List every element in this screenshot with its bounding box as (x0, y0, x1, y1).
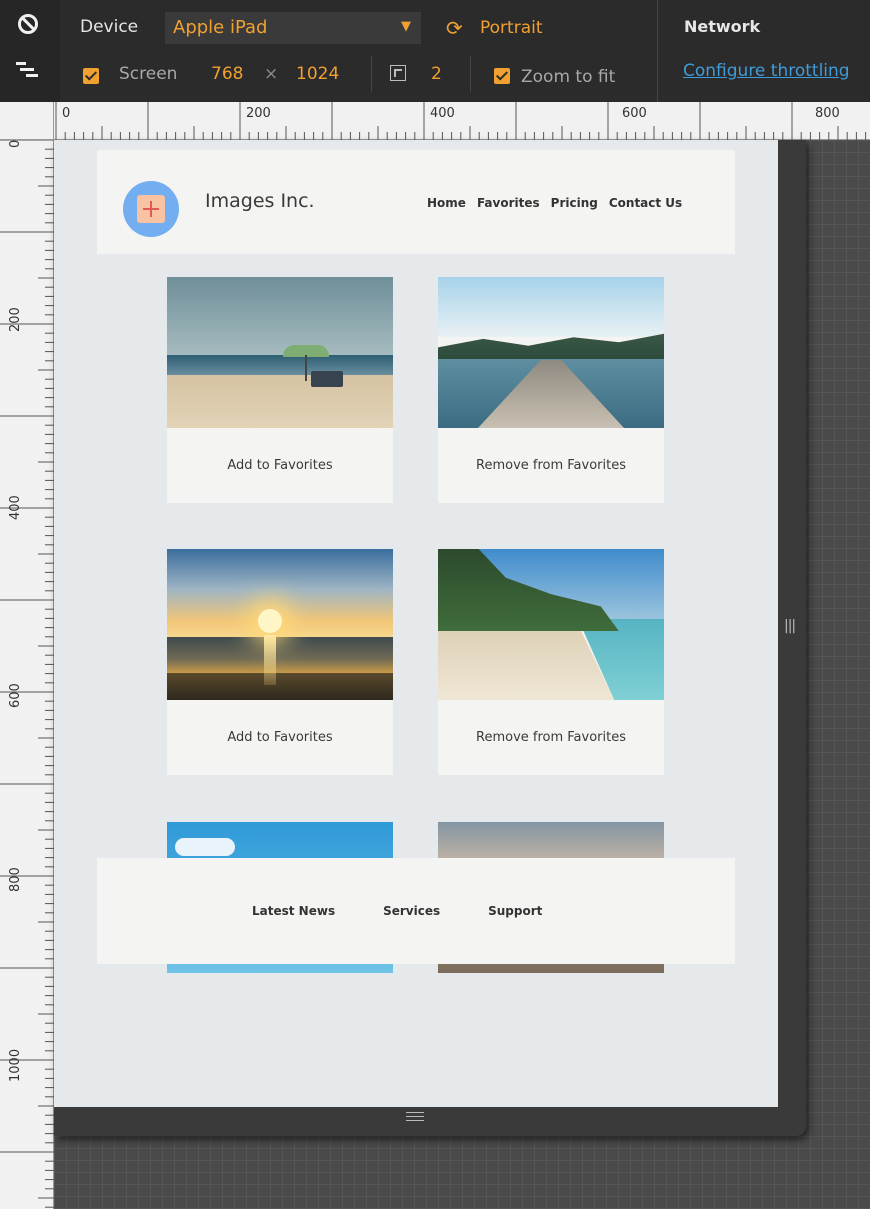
footer-support[interactable]: Support (488, 904, 542, 918)
ruler-label: 200 (8, 307, 23, 332)
ruler-corner (0, 102, 54, 140)
site-nav: Home Favorites Pricing Contact Us (427, 196, 682, 210)
resize-handle-right[interactable]: ||| (784, 618, 796, 634)
site-header: Images Inc. Home Favorites Pricing Conta… (97, 150, 735, 254)
network-label: Network (684, 17, 761, 36)
ruler-label: 0 (62, 106, 71, 121)
device-select-value: Apple iPad (173, 17, 268, 38)
ruler-label: 800 (8, 867, 23, 892)
remove-from-favorites-button[interactable]: Remove from Favorites (438, 428, 664, 503)
caret-down-icon: ▼ (401, 19, 411, 34)
image-card: Remove from Favorites (438, 549, 664, 775)
device-pixel-ratio-icon (390, 65, 406, 81)
footer-services[interactable]: Services (383, 904, 440, 918)
block-icon[interactable] (18, 14, 38, 34)
tropical-beach-photo (438, 549, 664, 700)
screen-times: × (264, 64, 279, 84)
resize-handle-bottom[interactable] (406, 1112, 424, 1124)
site-footer: Latest News Services Support (97, 858, 735, 964)
toolbar-divider (470, 56, 471, 92)
beach-umbrella-photo (167, 277, 393, 428)
footer-links: Latest News Services Support (252, 904, 542, 918)
logo-icon[interactable] (123, 181, 179, 237)
ruler-label: 800 (815, 106, 840, 121)
ruler-label: 600 (622, 106, 647, 121)
ruler-label: 400 (8, 495, 23, 520)
sunset-sea-photo (167, 549, 393, 700)
zoom-to-fit-checkbox[interactable] (494, 68, 510, 84)
nav-favorites[interactable]: Favorites (477, 196, 540, 210)
add-to-favorites-button[interactable]: Add to Favorites (167, 428, 393, 503)
toolbar-divider (657, 0, 658, 102)
toolbar-icon-column (0, 0, 60, 102)
ruler-label: 600 (8, 683, 23, 708)
nav-home[interactable]: Home (427, 196, 466, 210)
configure-throttling-link[interactable]: Configure throttling (683, 61, 850, 81)
image-card: Add to Favorites (167, 277, 393, 503)
nav-contact-us[interactable]: Contact Us (609, 196, 682, 210)
device-label: Device (80, 17, 139, 37)
zoom-to-fit-label: Zoom to fit (521, 67, 616, 87)
ruler-label: 1000 (8, 1048, 23, 1082)
media-queries-icon[interactable] (16, 62, 38, 78)
rotate-icon[interactable]: ⟳ (446, 16, 463, 40)
screen-label: Screen (119, 64, 178, 84)
image-card: Remove from Favorites (438, 277, 664, 503)
remove-from-favorites-button[interactable]: Remove from Favorites (438, 700, 664, 775)
screen-checkbox[interactable] (83, 68, 99, 84)
screen-width-input[interactable]: 768 (211, 64, 243, 84)
screen-height-input[interactable]: 1024 (296, 64, 339, 84)
nav-pricing[interactable]: Pricing (551, 196, 598, 210)
image-card: Add to Favorites (167, 549, 393, 775)
device-viewport: Images Inc. Home Favorites Pricing Conta… (54, 140, 778, 1107)
ruler-label: 0 (8, 139, 23, 148)
device-select[interactable]: Apple iPad ▼ (165, 12, 421, 44)
add-to-favorites-button[interactable]: Add to Favorites (167, 700, 393, 775)
ruler-label: 400 (430, 106, 455, 121)
toolbar-divider (371, 56, 372, 92)
horizontal-ruler: 0 200 400 600 800 (0, 102, 870, 140)
brand-name: Images Inc. (205, 190, 315, 212)
devtools-toolbar: Device Apple iPad ▼ ⟳ Portrait Network C… (0, 0, 870, 102)
vertical-ruler: 0 200 400 600 800 1000 (0, 140, 54, 1209)
ruler-label: 200 (246, 106, 271, 121)
footer-latest-news[interactable]: Latest News (252, 904, 335, 918)
lake-pier-photo (438, 277, 664, 428)
device-pixel-ratio-input[interactable]: 2 (431, 64, 442, 84)
orientation-toggle[interactable]: Portrait (480, 18, 543, 38)
